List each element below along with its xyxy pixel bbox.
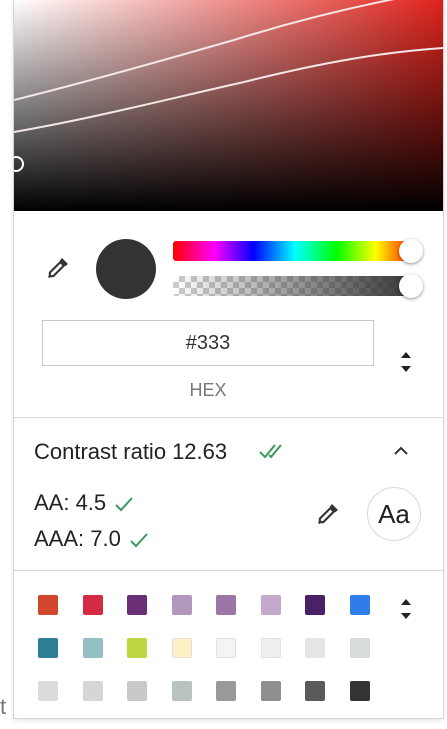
check-icon	[130, 533, 148, 548]
alpha-slider[interactable]	[173, 274, 423, 298]
palette-swatch[interactable]	[305, 595, 325, 615]
palette-swatch[interactable]	[305, 681, 325, 701]
palette-swatch[interactable]	[172, 595, 192, 615]
hue-slider-thumb[interactable]	[399, 239, 423, 263]
up-down-arrows-icon[interactable]	[398, 348, 414, 376]
palette-swatch[interactable]	[350, 638, 370, 658]
palette-swatch[interactable]	[38, 595, 58, 615]
current-color-preview	[96, 239, 156, 299]
palette-swatch[interactable]	[261, 681, 281, 701]
palette-swatch[interactable]	[216, 595, 236, 615]
contrast-preview-button[interactable]: Aa	[367, 487, 421, 541]
palette-swatch[interactable]	[83, 681, 103, 701]
background-eyedropper-icon[interactable]	[314, 500, 342, 528]
aaa-ratio-label: AAA: 7.0	[34, 526, 121, 551]
background-page-text: t	[0, 694, 9, 719]
palette-swatch[interactable]	[350, 595, 370, 615]
contrast-ratio-header[interactable]: Contrast ratio 12.63	[34, 438, 227, 465]
palette-swatch[interactable]	[216, 681, 236, 701]
spectrum-curves	[14, 0, 443, 133]
hex-input[interactable]	[42, 320, 374, 366]
background-page-right-edge	[443, 0, 447, 729]
palette-swatch[interactable]	[127, 595, 147, 615]
contrast-ratio-value: 12.63	[172, 439, 228, 465]
palette-swatch[interactable]	[350, 681, 370, 701]
palette-swatch[interactable]	[261, 595, 281, 615]
palette-swatch[interactable]	[127, 681, 147, 701]
color-picker-popover: HEX Contrast ratio12.63 AA: 4.5 AAA: 7.0…	[14, 0, 443, 718]
eyedropper-icon[interactable]	[44, 254, 72, 282]
palette-swatch[interactable]	[83, 638, 103, 658]
background-page-left-edge	[0, 0, 14, 729]
hex-format-label: HEX	[189, 380, 227, 400]
contrast-ratio-title: Contrast ratio	[34, 439, 167, 465]
color-spectrum[interactable]	[14, 0, 443, 211]
check-icon	[115, 497, 133, 512]
palette-swatch[interactable]	[38, 638, 58, 658]
aa-ratio-label: AA: 4.5	[34, 490, 107, 515]
aaa-ratio-line: AAA: 7.0	[34, 526, 149, 552]
palette-swatch[interactable]	[261, 638, 281, 658]
palette-swatch[interactable]	[38, 681, 58, 701]
alpha-slider-thumb[interactable]	[399, 274, 423, 298]
palette-swatch[interactable]	[172, 638, 192, 658]
divider	[14, 570, 443, 571]
palette-swatch[interactable]	[216, 638, 236, 658]
divider	[14, 417, 443, 418]
palette-swatch[interactable]	[172, 681, 192, 701]
aa-ratio-line: AA: 4.5	[34, 490, 134, 516]
palette-swatch[interactable]	[305, 638, 325, 658]
chevron-up-icon[interactable]	[392, 444, 410, 456]
hue-slider[interactable]	[173, 239, 423, 263]
double-check-icon	[259, 444, 282, 459]
palette-swatch[interactable]	[127, 638, 147, 658]
palette-swatch[interactable]	[83, 595, 103, 615]
palette-switch-arrows-icon[interactable]	[398, 595, 414, 623]
